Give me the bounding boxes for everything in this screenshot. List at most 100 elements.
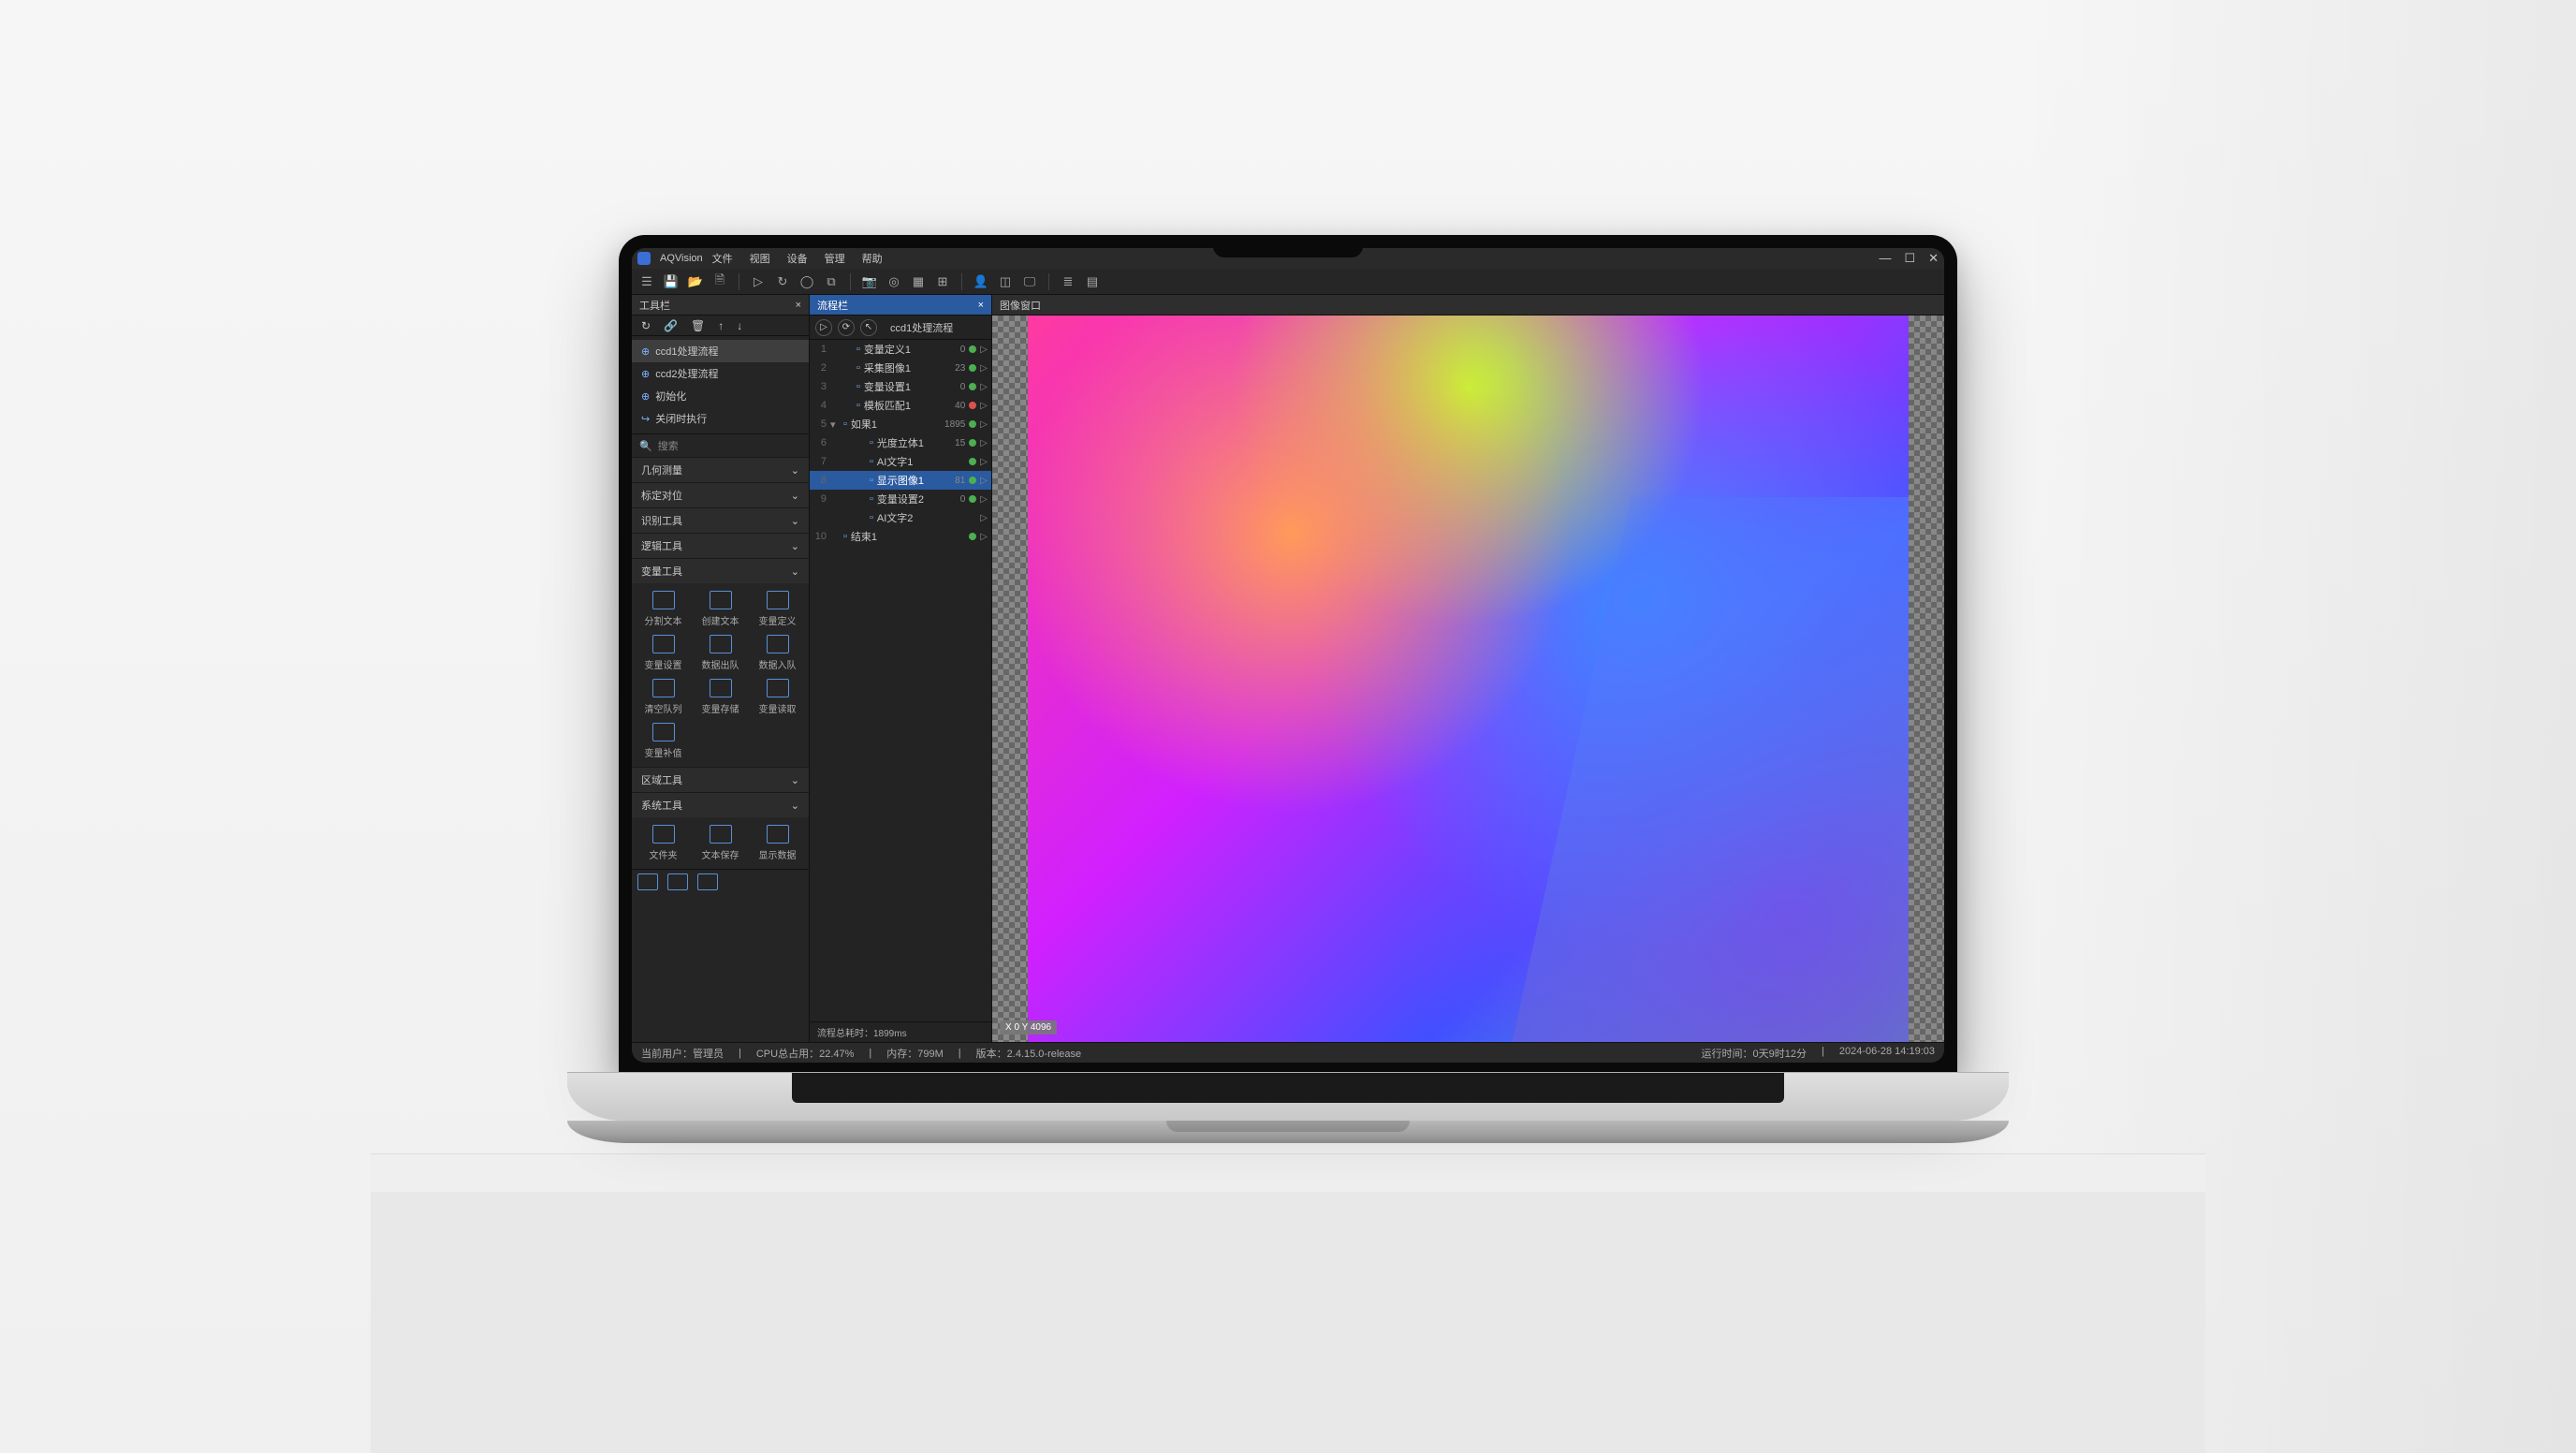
bottom-icon[interactable] [667, 873, 688, 890]
tree-row[interactable]: ▫AI文字2▷ [810, 508, 991, 527]
window-close-button[interactable]: ✕ [1928, 251, 1939, 266]
menu-help[interactable]: 帮助 [862, 251, 883, 266]
tree-row[interactable]: 1▫变量定义10▷ [810, 340, 991, 359]
menu-device[interactable]: 设备 [787, 251, 808, 266]
menu-manage[interactable]: 管理 [825, 251, 845, 266]
tool-icon [652, 591, 675, 609]
layout-icon[interactable]: ⊞ [933, 272, 952, 291]
tree-row[interactable]: 7▫AI文字1▷ [810, 452, 991, 471]
table-icon[interactable]: ▤ [1083, 272, 1102, 291]
link-icon[interactable]: 🔗 [664, 319, 678, 332]
window-minimize-button[interactable]: — [1879, 251, 1891, 266]
search-input[interactable]: 搜索 [658, 438, 679, 453]
node-play-icon[interactable]: ▷ [980, 532, 988, 542]
tree-row[interactable]: 2▫采集图像123▷ [810, 359, 991, 377]
tool-item[interactable]: 变量存储 [693, 679, 748, 715]
tree-row[interactable]: 6▫光度立体115▷ [810, 433, 991, 452]
tool-item[interactable]: 变量补值 [636, 723, 691, 759]
mid-panel: 流程栏 × ▷ ⟳ ↖ ccd1处理流程 1▫变量定义10▷2▫采集图像123▷… [810, 295, 992, 1042]
stop-icon[interactable]: ◯ [798, 272, 816, 291]
menu-view[interactable]: 视图 [750, 251, 770, 266]
tool-item[interactable]: 文本保存 [693, 825, 748, 861]
tree-row[interactable]: 5▾▫如果11895▷ [810, 415, 991, 433]
run-once-icon[interactable]: ↻ [773, 272, 792, 291]
down-arrow-icon[interactable]: ↓ [737, 319, 742, 332]
tool-item[interactable]: 变量定义 [750, 591, 805, 627]
process-item[interactable]: ↪ 关闭时执行 [632, 407, 809, 430]
process-label: ccd2处理流程 [655, 366, 718, 381]
category-header-system[interactable]: 系统工具 ⌄ [632, 792, 809, 817]
laptop-hinge [567, 1121, 2009, 1143]
node-play-icon[interactable]: ▷ [980, 419, 988, 430]
mid-flow-title: ccd1处理流程 [890, 320, 953, 335]
tree-row[interactable]: 8▫显示图像181▷ [810, 471, 991, 490]
folder-open-icon[interactable]: 📂 [686, 272, 705, 291]
tool-item[interactable]: 数据入队 [750, 635, 805, 671]
tool-label: 清空队列 [645, 701, 682, 715]
node-play-icon[interactable]: ▷ [980, 363, 988, 374]
document-icon[interactable]: 🗎 [710, 272, 729, 291]
target-icon[interactable]: ◎ [885, 272, 903, 291]
process-item[interactable]: ⊕ ccd1处理流程 [632, 340, 809, 362]
loop-icon[interactable]: ⟳ [838, 319, 855, 336]
up-arrow-icon[interactable]: ↑ [718, 319, 724, 332]
node-play-icon[interactable]: ▷ [980, 438, 988, 448]
refresh-icon[interactable]: ↻ [641, 319, 651, 332]
menu-file[interactable]: 文件 [712, 251, 733, 266]
tool-item[interactable]: 变量读取 [750, 679, 805, 715]
camera-icon[interactable]: 📷 [860, 272, 879, 291]
play-once-icon[interactable]: ▷ [815, 319, 832, 336]
category-header[interactable]: 识别工具 ⌄ [632, 507, 809, 533]
category-header-variable[interactable]: 变量工具 ⌄ [632, 558, 809, 583]
window-maximize-button[interactable]: ☐ [1904, 251, 1915, 266]
node-play-icon[interactable]: ▷ [980, 476, 988, 486]
category-header[interactable]: 几何测量 ⌄ [632, 457, 809, 482]
image-canvas[interactable] [1028, 316, 1909, 1042]
grid-icon[interactable]: ▦ [909, 272, 928, 291]
log-icon[interactable]: ≣ [1059, 272, 1077, 291]
tool-item[interactable]: 数据出队 [693, 635, 748, 671]
cube-icon[interactable]: ◫ [996, 272, 1015, 291]
menu-icon[interactable]: ☰ [637, 272, 656, 291]
flow-tree: 1▫变量定义10▷2▫采集图像123▷3▫变量设置10▷4▫模板匹配140▷5▾… [810, 340, 991, 1021]
close-icon[interactable]: × [978, 300, 984, 311]
tree-row[interactable]: 9▫变量设置20▷ [810, 490, 991, 508]
cursor-icon[interactable]: ↖ [860, 319, 877, 336]
trash-icon[interactable]: 🗑 [691, 319, 705, 332]
screenshot-icon[interactable]: ⧉ [822, 272, 841, 291]
node-play-icon[interactable]: ▷ [980, 513, 988, 523]
play-icon[interactable]: ▷ [749, 272, 768, 291]
tool-item[interactable]: 文件夹 [636, 825, 691, 861]
node-play-icon[interactable]: ▷ [980, 382, 988, 392]
image-viewer[interactable]: X 0 Y 4096 [992, 316, 1944, 1042]
right-panel: 图像窗口 X 0 Y 4096 [992, 295, 1944, 1042]
status-bar: 当前用户：管理员 | CPU总占用：22.47% | 内存：799M | 版本：… [632, 1042, 1944, 1063]
line-number: 7 [813, 456, 827, 467]
category-header[interactable]: 区域工具 ⌄ [632, 767, 809, 792]
node-play-icon[interactable]: ▷ [980, 457, 988, 467]
category-header[interactable]: 标定对位 ⌄ [632, 482, 809, 507]
save-icon[interactable]: 💾 [662, 272, 681, 291]
process-item[interactable]: ⊕ ccd2处理流程 [632, 362, 809, 385]
node-play-icon[interactable]: ▷ [980, 494, 988, 505]
tool-item[interactable]: 显示数据 [750, 825, 805, 861]
category-header[interactable]: 逻辑工具 ⌄ [632, 533, 809, 558]
tool-item[interactable]: 变量设置 [636, 635, 691, 671]
bottom-icon[interactable] [637, 873, 658, 890]
tool-item[interactable]: 创建文本 [693, 591, 748, 627]
node-play-icon[interactable]: ▷ [980, 345, 988, 355]
bottom-icon[interactable] [697, 873, 718, 890]
tree-row[interactable]: 4▫模板匹配140▷ [810, 396, 991, 415]
tree-row[interactable]: 3▫变量设置10▷ [810, 377, 991, 396]
tool-item[interactable]: 分割文本 [636, 591, 691, 627]
user-icon[interactable]: 👤 [972, 272, 990, 291]
tree-row[interactable]: 10▫结束1▷ [810, 527, 991, 546]
laptop-notch [1213, 235, 1363, 257]
status-dot-icon [969, 383, 976, 390]
monitor-icon[interactable]: 🖵 [1020, 272, 1039, 291]
node-play-icon[interactable]: ▷ [980, 401, 988, 411]
close-icon[interactable]: × [796, 300, 801, 311]
process-item[interactable]: ⊕ 初始化 [632, 385, 809, 407]
tool-item[interactable]: 清空队列 [636, 679, 691, 715]
tool-label: 分割文本 [645, 613, 682, 627]
